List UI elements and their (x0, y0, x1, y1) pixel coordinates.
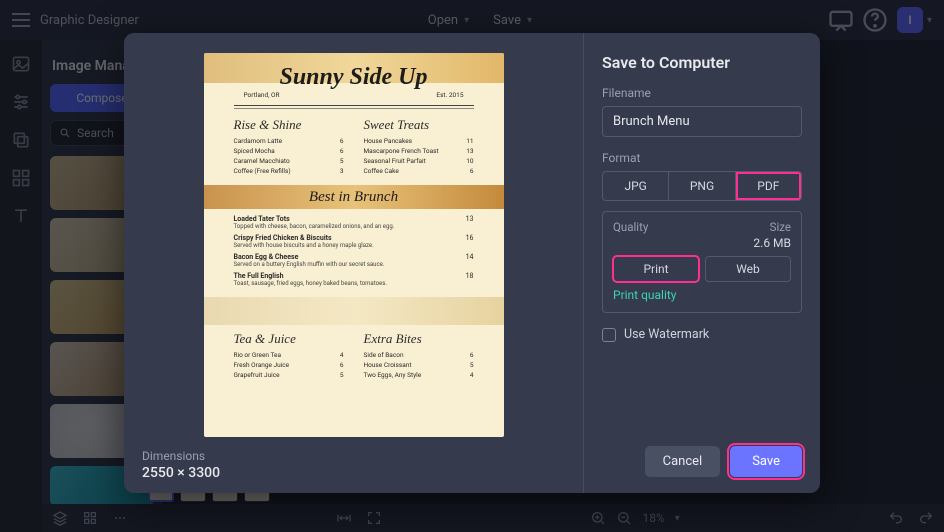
quality-box: Quality Size 2.6 MB Print Web Print qual… (602, 211, 802, 313)
watermark-label: Use Watermark (624, 327, 709, 342)
quality-label: Quality (613, 220, 648, 234)
preview-title: Sunny Side Up (204, 65, 504, 89)
filename-label: Filename (602, 86, 802, 100)
format-png[interactable]: PNG (669, 172, 735, 200)
dimensions-label: Dimensions (142, 449, 565, 463)
watermark-checkbox[interactable]: Use Watermark (602, 327, 802, 342)
save-button[interactable]: Save (730, 446, 802, 477)
modal-form: Save to Computer Filename Format JPG PNG… (584, 33, 820, 493)
format-jpg[interactable]: JPG (603, 172, 669, 200)
size-value: 2.6 MB (753, 236, 791, 250)
save-modal: Sunny Side Up Portland, OREst. 2015 Rise… (124, 33, 820, 493)
cancel-button[interactable]: Cancel (645, 446, 721, 477)
size-label: Size (753, 220, 791, 234)
quality-web[interactable]: Web (705, 256, 791, 282)
modal-title: Save to Computer (602, 53, 802, 72)
format-segmented: JPG PNG PDF (602, 171, 802, 201)
print-quality-link[interactable]: Print quality (613, 288, 791, 302)
quality-print[interactable]: Print (613, 256, 699, 282)
document-preview: Sunny Side Up Portland, OREst. 2015 Rise… (204, 53, 504, 437)
format-pdf[interactable]: PDF (736, 172, 801, 200)
modal-preview-pane: Sunny Side Up Portland, OREst. 2015 Rise… (124, 33, 584, 493)
format-label: Format (602, 151, 802, 165)
filename-input[interactable] (602, 106, 802, 137)
dimensions-value: 2550 × 3300 (142, 465, 565, 481)
checkbox-icon (602, 328, 616, 342)
